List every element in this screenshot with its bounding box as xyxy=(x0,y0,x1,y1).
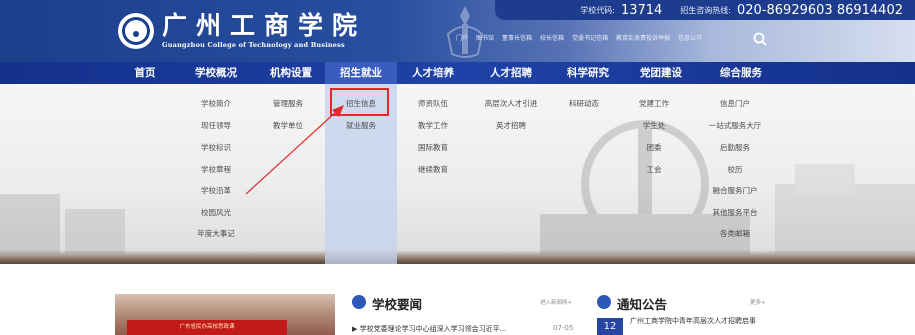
top-links: 门户 图书馆 董事长信箱 校长信箱 党委书记信箱 教育乱收费投诉举报 信息公开 xyxy=(456,33,702,42)
notice-item-1[interactable]: 广州工商学院中青年高层次人才招聘启事 xyxy=(630,316,770,326)
menu-item-annual-events[interactable]: 年度大事记 xyxy=(180,228,252,239)
site-header: 学校代码: 13714 招生咨询热线: 020-86929603 8691440… xyxy=(0,0,915,62)
menu-item-youth-league[interactable]: 团委 xyxy=(618,142,690,153)
menu-item-teaching-work[interactable]: 教学工作 xyxy=(397,120,469,131)
crest-watermark-icon xyxy=(446,6,484,58)
top-link-president-mailbox[interactable]: 校长信箱 xyxy=(540,33,564,42)
nav-item-organization[interactable]: 机构设置 xyxy=(255,62,327,84)
hotline-label: 招生咨询热线: xyxy=(680,5,732,15)
photo-banner-text: 广东省民办高校思政课 xyxy=(127,320,287,335)
menu-item-mailboxes[interactable]: 各类邮箱 xyxy=(690,228,780,239)
menu-item-research-news[interactable]: 科研动态 xyxy=(548,98,620,109)
notice-section-title: 通知公告 xyxy=(617,297,668,312)
hotline-value: 020-86929603 86914402 xyxy=(737,2,903,18)
menu-item-party-work[interactable]: 党建工作 xyxy=(618,98,690,109)
nav-item-overview[interactable]: 学校概况 xyxy=(180,62,252,84)
top-link-chairman-mailbox[interactable]: 董事长信箱 xyxy=(502,33,532,42)
red-arrow-icon xyxy=(245,105,344,195)
top-link-info-disclosure[interactable]: 信息公开 xyxy=(678,33,702,42)
mega-menu: 学校简介 现任领导 学校标识 学校章程 学校沿革 校园风光 年度大事记 管理服务… xyxy=(0,84,915,264)
menu-item-student-office[interactable]: 学生处 xyxy=(618,120,690,131)
nav-item-recruitment[interactable]: 人才招聘 xyxy=(475,62,547,84)
top-link-party-secretary-mailbox[interactable]: 党委书记信箱 xyxy=(572,33,608,42)
nav-item-research[interactable]: 科学研究 xyxy=(552,62,624,84)
nav-item-talent-training[interactable]: 人才培养 xyxy=(397,62,469,84)
notice-more-link[interactable]: 更多+ xyxy=(750,298,766,306)
menu-item-talent-recruitment[interactable]: 英才招聘 xyxy=(471,120,551,131)
school-code-label: 学校代码: xyxy=(580,5,615,15)
nav-item-party-building[interactable]: 党团建设 xyxy=(625,62,697,84)
menu-item-info-portal[interactable]: 信息门户 xyxy=(690,98,780,109)
notice-date-badge: 12 xyxy=(597,318,623,335)
menu-item-faculty[interactable]: 师资队伍 xyxy=(397,98,469,109)
search-icon[interactable] xyxy=(752,31,768,47)
school-code-value: 13714 xyxy=(620,2,663,18)
news-item-1[interactable]: ▶ 学校党委理论学习中心组深入学习领会习近平... xyxy=(352,324,506,334)
menu-item-continuing-education[interactable]: 继续教育 xyxy=(397,164,469,175)
top-link-fee-complaint[interactable]: 教育乱收费投诉举报 xyxy=(616,33,670,42)
top-link-library[interactable]: 图书馆 xyxy=(476,33,494,42)
menu-column-services: 信息门户 一站式服务大厅 后勤服务 校历 融合服务门户 其他服务平台 各类邮箱 xyxy=(690,84,780,264)
main-nav: 首页 学校概况 机构设置 招生就业 人才培养 人才招聘 科学研究 党团建设 综合… xyxy=(0,62,915,84)
menu-item-school-calendar[interactable]: 校历 xyxy=(690,164,780,175)
nav-item-admissions[interactable]: 招生就业 xyxy=(325,62,397,84)
menu-item-integrated-portal[interactable]: 融合服务门户 xyxy=(690,185,780,196)
top-link-portal[interactable]: 门户 xyxy=(456,33,468,42)
menu-item-logistics[interactable]: 后勤服务 xyxy=(690,142,780,153)
site-logo[interactable]: 广州工商学院 Guangzhou College of Technology a… xyxy=(118,12,366,49)
contact-bar: 学校代码: 13714 招生咨询热线: 020-86929603 8691440… xyxy=(495,0,915,20)
news-photo[interactable]: 广东省民办高校思政课 xyxy=(115,294,335,335)
menu-column-party-building: 党建工作 学生处 团委 工会 xyxy=(618,84,690,264)
college-emblem-icon xyxy=(118,12,154,49)
menu-item-high-level-talent[interactable]: 高层次人才引进 xyxy=(471,98,551,109)
logo-chinese-name: 广州工商学院 xyxy=(162,11,367,40)
menu-item-international-education[interactable]: 国际教育 xyxy=(397,142,469,153)
news-item-1-date: 07-05 xyxy=(553,324,574,332)
menu-item-other-platforms[interactable]: 其他服务平台 xyxy=(690,207,780,218)
nav-item-services[interactable]: 综合服务 xyxy=(705,62,777,84)
menu-column-talent-training: 师资队伍 教学工作 国际教育 继续教育 xyxy=(397,84,469,264)
menu-column-recruitment: 高层次人才引进 英才招聘 xyxy=(471,84,551,264)
notice-section-icon xyxy=(597,295,611,309)
nav-item-home[interactable]: 首页 xyxy=(115,62,175,84)
news-section-icon xyxy=(352,295,366,309)
menu-column-research: 科研动态 xyxy=(548,84,620,264)
news-section-title: 学校要闻 xyxy=(372,297,423,312)
menu-item-labor-union[interactable]: 工会 xyxy=(618,164,690,175)
news-more-link[interactable]: 进入新闻网+ xyxy=(540,298,572,306)
menu-item-campus-scenery[interactable]: 校园风光 xyxy=(180,207,252,218)
logo-english-name: Guangzhou College of Technology and Busi… xyxy=(162,41,345,49)
menu-item-one-stop-service[interactable]: 一站式服务大厅 xyxy=(690,120,780,131)
